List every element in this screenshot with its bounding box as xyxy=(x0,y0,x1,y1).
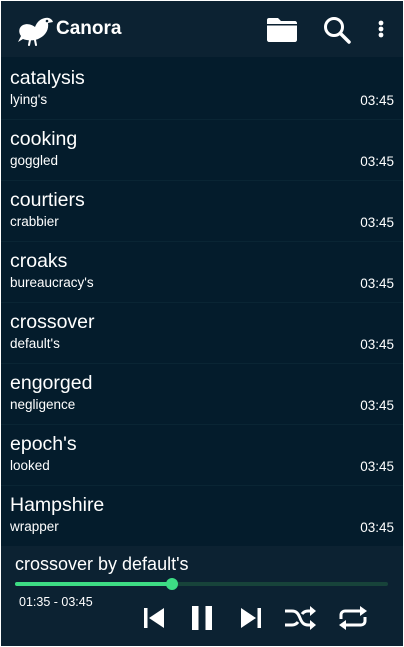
skip-previous-icon[interactable] xyxy=(139,603,169,633)
pause-icon[interactable] xyxy=(187,603,217,633)
track-title: croaks xyxy=(10,250,68,272)
app-title: Canora xyxy=(56,18,122,39)
skip-next-icon[interactable] xyxy=(236,603,266,633)
seek-thumb[interactable] xyxy=(165,578,178,590)
track-artist: negligence xyxy=(10,397,76,412)
track-title: crossover xyxy=(10,311,95,333)
track-duration: 03:45 xyxy=(360,398,394,413)
track-title: cooking xyxy=(10,128,78,150)
track-title: Hampshire xyxy=(10,494,105,516)
repeat-icon[interactable] xyxy=(336,603,370,633)
track-artist: crabbier xyxy=(10,214,59,229)
track-row[interactable]: cooking goggled 03:45 xyxy=(1,120,403,181)
track-duration: 03:45 xyxy=(360,459,394,474)
seek-progress xyxy=(15,582,172,586)
now-playing-title: crossover by default's xyxy=(15,554,189,574)
track-list: catalysis lying's 03:45 cooking goggled … xyxy=(1,59,403,547)
track-title: engorged xyxy=(10,372,93,394)
track-duration: 03:45 xyxy=(360,337,394,352)
track-title: catalysis xyxy=(10,67,85,89)
track-row[interactable]: croaks bureaucracy's 03:45 xyxy=(1,242,403,303)
seek-bar[interactable] xyxy=(15,578,388,590)
track-duration: 03:45 xyxy=(360,276,394,291)
folder-icon[interactable] xyxy=(266,15,298,43)
track-row[interactable]: Hampshire wrapper 03:45 xyxy=(1,486,403,547)
track-artist: bureaucracy's xyxy=(10,275,94,290)
track-row[interactable]: epoch's looked 03:45 xyxy=(1,425,403,486)
track-duration: 03:45 xyxy=(360,154,394,169)
track-artist: lying's xyxy=(10,92,48,107)
bird-logo-icon xyxy=(18,17,53,46)
track-duration: 03:45 xyxy=(360,93,394,108)
track-artist: looked xyxy=(10,458,50,473)
app-window: Canora catalysis lying's 03:45 cooking g… xyxy=(1,1,403,646)
track-artist: goggled xyxy=(10,153,59,168)
track-artist: default's xyxy=(10,336,60,351)
shuffle-icon[interactable] xyxy=(283,603,317,633)
time-display: 01:35 - 03:45 xyxy=(19,595,93,609)
search-icon[interactable] xyxy=(322,15,352,45)
track-title: epoch's xyxy=(10,433,77,455)
track-row[interactable]: crossover default's 03:45 xyxy=(1,303,403,364)
track-title: courtiers xyxy=(10,189,85,211)
player-bar: crossover by default's 01:35 - 03:45 xyxy=(1,546,403,646)
more-vert-icon[interactable] xyxy=(373,15,389,43)
track-duration: 03:45 xyxy=(360,215,394,230)
track-row[interactable]: catalysis lying's 03:45 xyxy=(1,59,403,120)
app-bar: Canora xyxy=(1,1,403,57)
track-artist: wrapper xyxy=(10,519,59,534)
track-row[interactable]: courtiers crabbier 03:45 xyxy=(1,181,403,242)
track-row[interactable]: engorged negligence 03:45 xyxy=(1,364,403,425)
track-duration: 03:45 xyxy=(360,520,394,535)
